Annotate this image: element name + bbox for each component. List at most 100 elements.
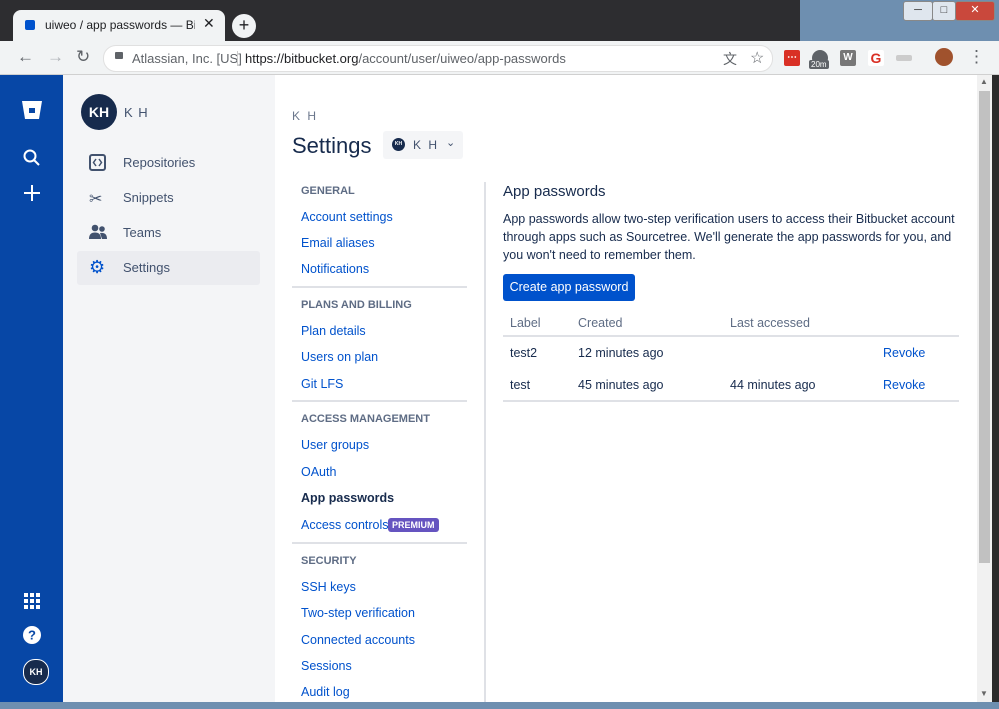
nav-app-passwords[interactable]: App passwords (301, 491, 394, 505)
table-bottom-divider (503, 400, 959, 402)
translate-icon[interactable]: 文 (723, 49, 737, 69)
profile-avatar[interactable] (935, 48, 953, 66)
app-switcher-icon[interactable] (0, 592, 63, 615)
page-scrollbar[interactable]: ▲ ▼ (977, 75, 992, 702)
minimize-button[interactable]: ─ (903, 1, 933, 21)
nav-user-groups[interactable]: User groups (301, 438, 369, 452)
section-general: GENERAL (301, 185, 355, 197)
tab-close-icon[interactable]: ✕ (203, 15, 215, 32)
maximize-button[interactable]: □ (932, 1, 956, 21)
global-nav: ? KH (0, 75, 63, 702)
plus-icon-svg (23, 185, 40, 201)
sidebar-item-snippets[interactable]: ✂ Snippets (77, 181, 260, 215)
sidebar-item-label: Repositories (123, 155, 196, 170)
nav-ssh-keys[interactable]: SSH keys (301, 580, 356, 594)
content-description: App passwords allow two-step verificatio… (503, 212, 955, 262)
nav-divider (292, 286, 467, 288)
revoke-link[interactable]: Revoke (883, 378, 925, 392)
extension-red-icon[interactable]: ⋯ (784, 50, 800, 66)
sidebar-item-repositories[interactable]: Repositories (77, 146, 260, 180)
nav-divider (292, 400, 467, 402)
search-icon[interactable] (0, 149, 63, 173)
user-name: K H (124, 105, 149, 120)
bitbucket-logo-icon[interactable] (0, 100, 63, 126)
grid-icon-svg (23, 593, 40, 609)
bookmark-star-icon[interactable]: ☆ (750, 48, 764, 68)
nav-users-on-plan[interactable]: Users on plan (301, 350, 378, 364)
sidebar-item-label: Snippets (123, 190, 174, 205)
nav-sessions[interactable]: Sessions (301, 659, 352, 673)
chevron-down-icon: ⌄ (446, 137, 456, 149)
extension-g-icon[interactable]: G (868, 50, 884, 66)
revoke-link[interactable]: Revoke (883, 346, 925, 360)
column-header-created: Created (578, 316, 623, 330)
browser-tab[interactable]: uiweo / app passwords — Bitbuc ✕ (13, 10, 225, 41)
content-heading: App passwords (503, 183, 606, 200)
nav-plan-details[interactable]: Plan details (301, 324, 366, 338)
help-icon[interactable]: ? (0, 626, 63, 650)
nav-git-lfs[interactable]: Git LFS (301, 377, 343, 391)
close-window-button[interactable]: ✕ (955, 1, 995, 21)
sidebar-item-settings[interactable]: ⚙ Settings (77, 251, 260, 285)
nav-connected-accounts[interactable]: Connected accounts (301, 633, 415, 647)
nav-oauth[interactable]: OAuth (301, 465, 336, 479)
profile-avatar[interactable]: KH (23, 659, 49, 685)
main-content: K H Settings KH K H ⌄ GENERAL Account se… (275, 75, 977, 702)
extension-w-icon[interactable]: W (840, 50, 856, 66)
breadcrumb[interactable]: K H (292, 109, 318, 123)
svg-text:?: ? (28, 628, 36, 643)
bitbucket-favicon-icon (25, 20, 35, 30)
nav-email-aliases[interactable]: Email aliases (301, 236, 375, 250)
nav-audit-log[interactable]: Audit log (301, 685, 350, 699)
address-divider (237, 51, 238, 66)
create-plus-icon[interactable] (0, 184, 63, 208)
nav-notifications[interactable]: Notifications (301, 262, 369, 276)
scrollbar-thumb[interactable] (979, 91, 990, 563)
premium-badge: PREMIUM (388, 518, 439, 532)
column-header-label: Label (510, 316, 541, 330)
menu-dots-icon[interactable]: ⋮ (968, 47, 985, 67)
section-plans: PLANS AND BILLING (301, 299, 412, 311)
url-text[interactable]: https://bitbucket.org/account/user/uiweo… (245, 51, 566, 66)
row-last-accessed: 44 minutes ago (730, 378, 816, 392)
bitbucket-logo-svg (21, 101, 42, 119)
people-icon-svg (89, 224, 107, 239)
nav-divider (292, 542, 467, 544)
scroll-down-icon[interactable]: ▼ (980, 689, 988, 698)
new-tab-button[interactable]: + (232, 14, 256, 38)
row-created: 12 minutes ago (578, 346, 664, 360)
extension-badge: 20m (809, 60, 829, 69)
sidebar: KH K H Repositories ✂ Snippets Teams ⚙ S… (63, 75, 275, 702)
forward-icon[interactable]: → (47, 47, 64, 67)
reload-icon[interactable]: ↻ (76, 47, 90, 67)
account-label: K H (413, 138, 440, 152)
lock-icon (115, 52, 123, 59)
people-icon (89, 224, 107, 245)
scroll-up-icon[interactable]: ▲ (980, 77, 988, 86)
section-access: ACCESS MANAGEMENT (301, 413, 430, 425)
user-avatar[interactable]: KH (81, 94, 117, 130)
nav-two-step[interactable]: Two-step verification (301, 606, 415, 620)
column-header-last-accessed: Last accessed (730, 316, 810, 330)
account-switcher[interactable]: KH K H ⌄ (383, 131, 463, 159)
nav-account-settings[interactable]: Account settings (301, 210, 393, 224)
search-icon-svg (23, 149, 40, 166)
row-label: test2 (510, 346, 538, 360)
nav-access-controls[interactable]: Access controls (301, 518, 389, 532)
sidebar-item-teams[interactable]: Teams (77, 216, 260, 250)
sidebar-item-label: Settings (123, 260, 170, 275)
create-app-password-button[interactable]: Create app password (503, 274, 635, 301)
address-bar[interactable]: Atlassian, Inc. [US] https://bitbucket.o… (103, 45, 773, 72)
url-path: /account/user/uiweo/app-passwords (358, 51, 566, 66)
sidebar-item-label: Teams (123, 225, 162, 240)
section-security: SECURITY (301, 555, 357, 567)
row-created: 45 minutes ago (578, 378, 664, 392)
page-title: Settings (292, 133, 372, 158)
repo-icon (89, 154, 106, 176)
vertical-divider (484, 182, 486, 702)
table-header-divider (503, 335, 959, 337)
back-icon[interactable]: ← (17, 47, 34, 67)
site-identity[interactable]: Atlassian, Inc. [US] (132, 51, 242, 66)
scissors-icon: ✂ (89, 191, 103, 208)
extension-gray-icon[interactable] (896, 55, 912, 61)
